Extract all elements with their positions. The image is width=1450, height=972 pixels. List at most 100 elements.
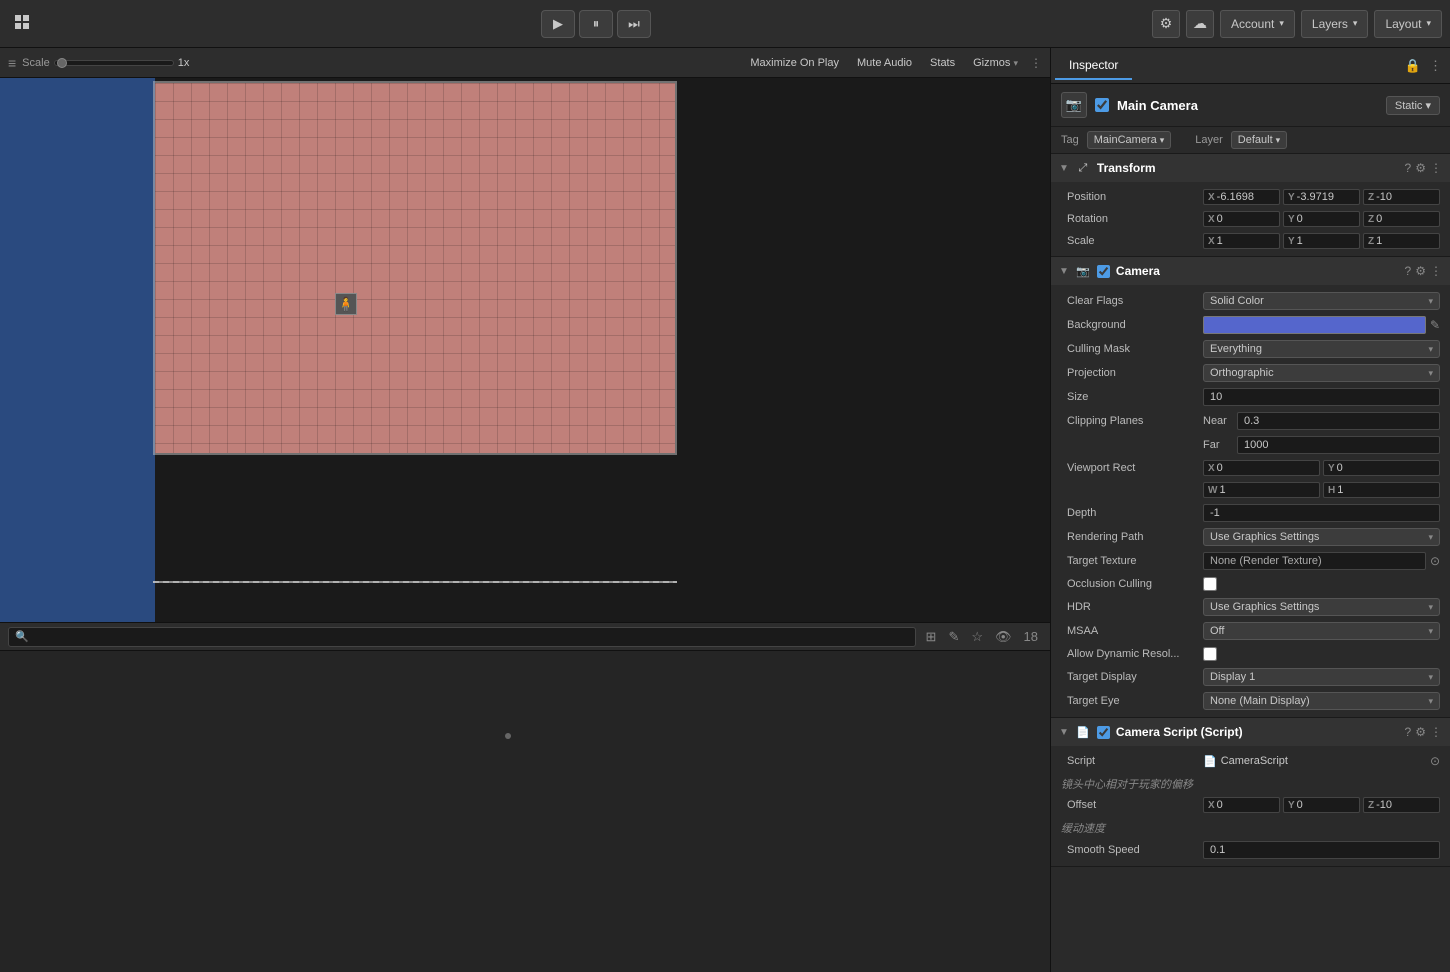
scale-value: 1x: [178, 57, 190, 69]
camera-script-more-icon[interactable]: ⋮: [1430, 725, 1442, 739]
pos-y-field[interactable]: Y -3.9719: [1283, 189, 1360, 205]
pause-button[interactable]: ⏸: [579, 10, 613, 38]
static-button[interactable]: Static ▾: [1386, 96, 1440, 115]
transform-more-icon[interactable]: ⋮: [1430, 161, 1442, 175]
near-field[interactable]: 0.3: [1237, 412, 1440, 430]
object-active-checkbox[interactable]: [1095, 98, 1109, 112]
camera-script-settings-icon[interactable]: ⚙: [1415, 725, 1426, 739]
scene-bg-blue: [0, 78, 155, 622]
eye-icon[interactable]: 👁: [991, 627, 1016, 647]
step-button[interactable]: ⏭: [617, 10, 651, 38]
msaa-dropdown[interactable]: Off ▾: [1203, 622, 1440, 640]
transform-settings-icon[interactable]: ⚙: [1415, 161, 1426, 175]
cloud-icon[interactable]: ☁: [1186, 10, 1214, 38]
camera-settings-icon[interactable]: ⚙: [1415, 264, 1426, 278]
vp-y-field[interactable]: Y 0: [1323, 460, 1440, 476]
scale-z-field[interactable]: Z 1: [1363, 233, 1440, 249]
pos-x-field[interactable]: X -6.1698: [1203, 189, 1280, 205]
camera-active-checkbox[interactable]: [1097, 265, 1110, 278]
size-field[interactable]: 10: [1203, 388, 1440, 406]
bottom-toolbar: 🔍 ⊞ ✎ ☆ 👁 18: [0, 623, 1050, 651]
project-search[interactable]: 🔍: [8, 627, 916, 647]
allow-dynamic-checkbox[interactable]: [1203, 647, 1217, 661]
object-icon: 📷: [1061, 92, 1087, 118]
scale-row: Scale X 1 Y 1 Z: [1051, 230, 1450, 252]
scale-y-field[interactable]: Y 1: [1283, 233, 1360, 249]
target-texture-row: Target Texture None (Render Texture) ⊙: [1051, 549, 1450, 573]
unity-logo: [8, 8, 40, 40]
target-texture-target-icon[interactable]: ⊙: [1430, 554, 1440, 568]
offset-x-field[interactable]: X 0: [1203, 797, 1280, 813]
layer-dropdown[interactable]: Default ▾: [1231, 131, 1287, 149]
layers-dropdown[interactable]: Layers ▾: [1301, 10, 1369, 38]
culling-mask-dropdown[interactable]: Everything ▾: [1203, 340, 1440, 358]
scale-x-field[interactable]: X 1: [1203, 233, 1280, 249]
cs-file-icon: 📄: [1203, 755, 1217, 768]
settings-icon[interactable]: ⚙: [1152, 10, 1180, 38]
camera-script-active-checkbox[interactable]: [1097, 726, 1110, 739]
rendering-path-dropdown[interactable]: Use Graphics Settings ▾: [1203, 528, 1440, 546]
pencil-icon[interactable]: ✎: [944, 627, 963, 647]
background-color-swatch[interactable]: [1203, 316, 1426, 334]
inspector-tabs: Inspector 🔒 ⋮: [1051, 48, 1450, 84]
smooth-speed-field[interactable]: 0.1: [1203, 841, 1440, 859]
target-eye-dropdown[interactable]: None (Main Display) ▾: [1203, 692, 1440, 710]
maximize-on-play[interactable]: Maximize On Play: [744, 55, 845, 71]
depth-field[interactable]: -1: [1203, 504, 1440, 522]
transform-help-icon[interactable]: ?: [1405, 161, 1412, 175]
layout-dropdown[interactable]: Layout ▾: [1374, 10, 1442, 38]
camera-script-help-icon[interactable]: ?: [1405, 725, 1412, 739]
color-edit-icon[interactable]: ✎: [1430, 318, 1440, 332]
object-name: Main Camera: [1117, 98, 1378, 113]
camera-script-body: Script 📄 CameraScript ⊙ 镜头中心相对于玩家的偏移 Off…: [1051, 746, 1450, 866]
msaa-row: MSAA Off ▾: [1051, 619, 1450, 643]
stats-button[interactable]: Stats: [924, 55, 961, 71]
occlusion-checkbox[interactable]: [1203, 577, 1217, 591]
top-right-controls: ⚙ ☁ Account ▾ Layers ▾ Layout ▾: [1152, 10, 1442, 38]
rot-y-field[interactable]: Y 0: [1283, 211, 1360, 227]
projection-dropdown[interactable]: Orthographic ▾: [1203, 364, 1440, 382]
tab-inspector[interactable]: Inspector: [1055, 52, 1132, 80]
lock-icon[interactable]: 🔒: [1401, 54, 1425, 78]
offset-z-field[interactable]: Z -10: [1363, 797, 1440, 813]
camera-icon: 📷: [1075, 263, 1091, 279]
scene-view[interactable]: 🧍: [0, 78, 1050, 622]
clear-flags-dropdown[interactable]: Solid Color ▾: [1203, 292, 1440, 310]
rot-x-field[interactable]: X 0: [1203, 211, 1280, 227]
tag-dropdown[interactable]: MainCamera ▾: [1087, 131, 1172, 149]
tag-layer-row: Tag MainCamera ▾ Layer Default ▾: [1051, 127, 1450, 154]
inspector-panel: Inspector 🔒 ⋮ 📷 Main Camera Static ▾ Tag…: [1050, 48, 1450, 972]
smooth-speed-row: Smooth Speed 0.1: [1051, 838, 1450, 862]
target-display-dropdown[interactable]: Display 1 ▾: [1203, 668, 1440, 686]
tab-menu-icon[interactable]: ⋮: [1425, 54, 1446, 78]
vp-w-field[interactable]: W 1: [1203, 482, 1320, 498]
search-input[interactable]: [33, 631, 909, 643]
main-content: ≡ Scale 1x Maximize On Play Mute Audio S…: [0, 48, 1450, 972]
camera-script-component: ▼ 📄 Camera Script (Script) ? ⚙ ⋮ Script: [1051, 718, 1450, 867]
far-field[interactable]: 1000: [1237, 436, 1440, 454]
offset-y-field[interactable]: Y 0: [1283, 797, 1360, 813]
more-options-icon[interactable]: ⋮: [1030, 56, 1042, 70]
script-target-icon[interactable]: ⊙: [1430, 754, 1440, 768]
transform-header[interactable]: ▼ ⤢ Transform ? ⚙ ⋮: [1051, 154, 1450, 182]
star-icon[interactable]: ☆: [967, 627, 987, 647]
script-row: Script 📄 CameraScript ⊙: [1051, 750, 1450, 772]
camera-help-icon[interactable]: ?: [1405, 264, 1412, 278]
grid-view-icon[interactable]: ⊞: [922, 627, 941, 647]
project-browser[interactable]: [0, 651, 1050, 972]
vp-h-field[interactable]: H 1: [1323, 482, 1440, 498]
hdr-dropdown[interactable]: Use Graphics Settings ▾: [1203, 598, 1440, 616]
vp-x-field[interactable]: X 0: [1203, 460, 1320, 476]
mute-audio[interactable]: Mute Audio: [851, 55, 918, 71]
gizmos-button[interactable]: Gizmos ▾: [967, 55, 1024, 71]
camera-header[interactable]: ▼ 📷 Camera ? ⚙ ⋮: [1051, 257, 1450, 285]
play-button[interactable]: ▶: [541, 10, 575, 38]
target-eye-row: Target Eye None (Main Display) ▾: [1051, 689, 1450, 713]
camera-script-header[interactable]: ▼ 📄 Camera Script (Script) ? ⚙ ⋮: [1051, 718, 1450, 746]
play-controls: ▶ ⏸ ⏭: [541, 10, 651, 38]
account-dropdown[interactable]: Account ▾: [1220, 10, 1295, 38]
viewport-xy-row: Viewport Rect X 0 Y 0: [1051, 457, 1450, 479]
camera-more-icon[interactable]: ⋮: [1430, 264, 1442, 278]
rot-z-field[interactable]: Z 0: [1363, 211, 1440, 227]
pos-z-field[interactable]: Z -10: [1363, 189, 1440, 205]
